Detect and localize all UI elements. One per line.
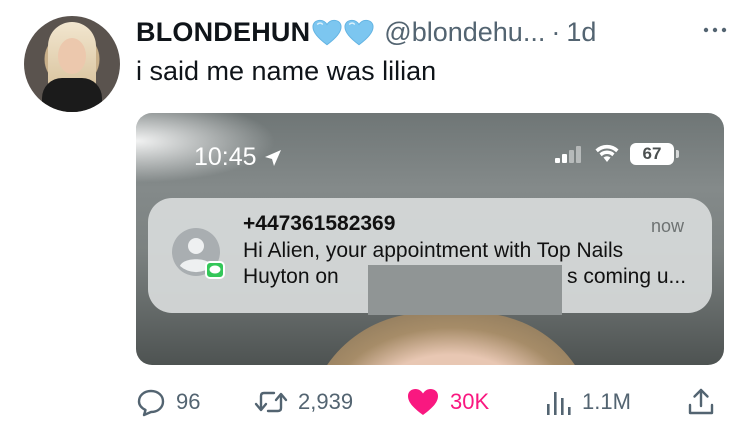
notification-line-2-end: s coming u... <box>567 265 687 288</box>
tweet-header: BLONDEHUN @blondehu... · 1d <box>136 12 730 52</box>
retweet-button[interactable]: 2,939 <box>254 384 353 420</box>
tweet-action-bar: 96 2,939 30K 1.1M <box>134 384 724 420</box>
retweet-icon <box>254 391 288 413</box>
avatar-body <box>42 78 102 112</box>
blue-heart-icon <box>344 19 374 45</box>
notification-sender: +447361582369 <box>243 212 396 235</box>
like-count: 30K <box>450 389 490 414</box>
phone-status-time: 10:45 <box>194 143 283 172</box>
tweet-media-image[interactable]: 10:45 67 +447361582369 now Hi Alien, you… <box>136 113 724 365</box>
views-bar-chart-icon <box>547 392 571 415</box>
like-button[interactable]: 30K <box>406 384 489 420</box>
notification-line-2-start: Huyton on <box>243 265 339 288</box>
heart-filled-icon <box>408 389 438 415</box>
contact-avatar-icon <box>172 228 225 279</box>
redaction-box <box>368 265 562 315</box>
more-options-icon[interactable] <box>700 18 730 42</box>
reply-icon <box>137 389 165 417</box>
notification-time: now <box>650 216 684 236</box>
profile-avatar[interactable] <box>24 16 120 112</box>
battery-level: 67 <box>630 143 679 165</box>
notification-line-2: Huyton on s coming u... <box>243 265 686 289</box>
separator-dot: · <box>551 16 561 47</box>
views-button[interactable]: 1.1M <box>544 384 631 420</box>
reply-button[interactable]: 96 <box>136 384 200 420</box>
author-handle[interactable]: @blondehu... <box>384 17 545 48</box>
tweet-text: i said me name was lilian <box>136 56 437 86</box>
views-count: 1.1M <box>582 389 631 414</box>
author-name[interactable]: BLONDEHUN <box>136 17 310 48</box>
person-head <box>306 313 596 365</box>
tweet-time[interactable]: 1d <box>566 17 596 48</box>
sms-notification[interactable]: +447361582369 now Hi Alien, your appoint… <box>148 198 712 315</box>
location-arrow-icon <box>264 149 281 166</box>
cellular-signal-icon <box>555 146 581 163</box>
avatar-face <box>58 38 86 74</box>
status-time-label: 10:45 <box>194 143 257 171</box>
notification-line-1: Hi Alien, your appointment with Top Nail… <box>243 239 624 262</box>
retweet-count: 2,939 <box>298 389 354 414</box>
reply-count: 96 <box>176 389 201 414</box>
share-button[interactable] <box>686 384 716 420</box>
share-upload-icon <box>688 388 714 415</box>
wifi-icon <box>595 144 619 162</box>
phone-status-indicators: 67 <box>554 143 679 165</box>
blue-heart-icon <box>312 19 342 45</box>
